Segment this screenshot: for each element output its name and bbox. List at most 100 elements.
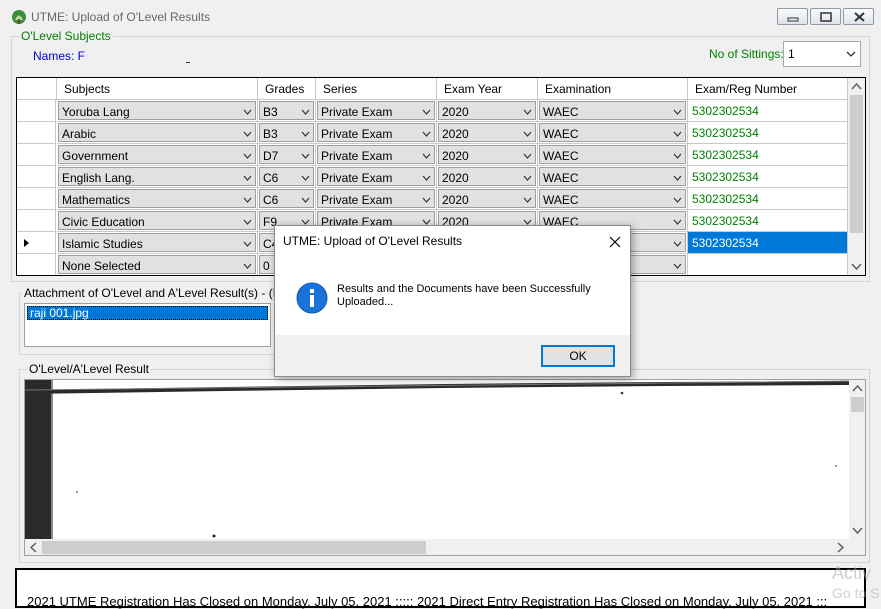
cell-subject[interactable]: None Selected: [57, 254, 258, 275]
cell-series[interactable]: Private Exam: [316, 122, 437, 144]
dropdown-button[interactable]: [297, 190, 313, 208]
row-header[interactable]: [17, 232, 56, 254]
cell-subject[interactable]: Mathematics: [57, 188, 258, 210]
series-dropdown[interactable]: Private Exam: [317, 167, 435, 186]
cell-reg-number[interactable]: [688, 254, 848, 275]
table-row[interactable]: Arabic B3 Private Exam 2020 WAEC 5302302534: [17, 122, 848, 144]
cell-grade[interactable]: D7: [258, 144, 316, 166]
subject-dropdown[interactable]: Arabic: [58, 123, 256, 142]
header-subjects[interactable]: Subjects: [57, 78, 258, 100]
dropdown-button[interactable]: [418, 102, 434, 120]
header-grades[interactable]: Grades: [258, 78, 316, 100]
maximize-button[interactable]: [810, 8, 841, 25]
subject-dropdown[interactable]: None Selected: [58, 255, 256, 274]
grade-dropdown[interactable]: C6: [259, 167, 314, 186]
attachment-file-list[interactable]: raji 001.jpg: [24, 303, 271, 347]
dropdown-button[interactable]: [297, 102, 313, 120]
cell-reg-number[interactable]: 5302302534: [688, 100, 848, 122]
result-image-viewer[interactable]: [24, 379, 866, 556]
exam-year-dropdown[interactable]: 2020: [438, 101, 536, 120]
dropdown-button[interactable]: [669, 168, 685, 186]
dropdown-button[interactable]: [519, 146, 535, 164]
dropdown-button[interactable]: [519, 190, 535, 208]
sittings-select[interactable]: 1: [783, 41, 861, 67]
exam-year-dropdown[interactable]: 2020: [438, 189, 536, 208]
examination-dropdown[interactable]: WAEC: [539, 167, 686, 186]
grade-dropdown[interactable]: B3: [259, 101, 314, 120]
examination-dropdown[interactable]: WAEC: [539, 123, 686, 142]
series-dropdown[interactable]: Private Exam: [317, 189, 435, 208]
dropdown-button[interactable]: [297, 124, 313, 142]
cell-series[interactable]: Private Exam: [316, 100, 437, 122]
close-button[interactable]: [843, 8, 874, 25]
series-dropdown[interactable]: Private Exam: [317, 145, 435, 164]
dropdown-button[interactable]: [669, 234, 685, 252]
dropdown-button[interactable]: [669, 190, 685, 208]
dropdown-button[interactable]: [519, 168, 535, 186]
dropdown-button[interactable]: [418, 168, 434, 186]
table-row[interactable]: English Lang. C6 Private Exam 2020 WAEC 53023…: [17, 166, 848, 188]
row-header[interactable]: [17, 166, 56, 188]
dropdown-button[interactable]: [669, 146, 685, 164]
dropdown-button[interactable]: [669, 102, 685, 120]
cell-examination[interactable]: WAEC: [538, 188, 688, 210]
attachment-file-item[interactable]: raji 001.jpg: [27, 306, 268, 320]
cell-series[interactable]: Private Exam: [316, 144, 437, 166]
dropdown-button[interactable]: [239, 146, 255, 164]
series-dropdown[interactable]: Private Exam: [317, 101, 435, 120]
cell-series[interactable]: Private Exam: [316, 188, 437, 210]
dropdown-button[interactable]: [669, 124, 685, 142]
header-exam-reg-number[interactable]: Exam/Reg Number: [688, 78, 848, 100]
cell-reg-number[interactable]: 5302302534: [688, 232, 848, 254]
examination-dropdown[interactable]: WAEC: [539, 101, 686, 120]
cell-subject[interactable]: Government: [57, 144, 258, 166]
row-header[interactable]: [17, 210, 56, 232]
dropdown-button[interactable]: [297, 168, 313, 186]
cell-subject[interactable]: Arabic: [57, 122, 258, 144]
header-series[interactable]: Series: [316, 78, 437, 100]
dropdown-button[interactable]: [519, 124, 535, 142]
table-row[interactable]: Mathematics C6 Private Exam 2020 WAEC 5302302…: [17, 188, 848, 210]
grade-dropdown[interactable]: B3: [259, 123, 314, 142]
row-header[interactable]: [17, 254, 56, 275]
cell-subject[interactable]: Islamic Studies: [57, 232, 258, 254]
cell-reg-number[interactable]: 5302302534: [688, 210, 848, 232]
cell-subject[interactable]: English Lang.: [57, 166, 258, 188]
examination-dropdown[interactable]: WAEC: [539, 145, 686, 164]
table-row[interactable]: Government D7 Private Exam 2020 WAEC 53023025…: [17, 144, 848, 166]
dropdown-button[interactable]: [239, 168, 255, 186]
dropdown-button[interactable]: [519, 102, 535, 120]
grade-dropdown[interactable]: D7: [259, 145, 314, 164]
dropdown-button[interactable]: [239, 234, 255, 252]
dropdown-button[interactable]: [418, 190, 434, 208]
subject-dropdown[interactable]: Yoruba Lang: [58, 101, 256, 120]
cell-exam-year[interactable]: 2020: [437, 122, 538, 144]
cell-examination[interactable]: WAEC: [538, 100, 688, 122]
cell-grade[interactable]: B3: [258, 100, 316, 122]
dropdown-button[interactable]: [239, 124, 255, 142]
cell-reg-number[interactable]: 5302302534: [688, 188, 848, 210]
cell-examination[interactable]: WAEC: [538, 122, 688, 144]
header-examination[interactable]: Examination: [538, 78, 688, 100]
subject-dropdown[interactable]: Government: [58, 145, 256, 164]
viewer-vertical-scrollbar[interactable]: [849, 380, 865, 539]
dropdown-button[interactable]: [297, 146, 313, 164]
cell-grade[interactable]: B3: [258, 122, 316, 144]
dropdown-button[interactable]: [669, 212, 685, 230]
ok-button[interactable]: OK: [541, 345, 615, 367]
dropdown-button[interactable]: [239, 212, 255, 230]
row-header[interactable]: [17, 122, 56, 144]
viewer-vscroll-thumb[interactable]: [851, 397, 864, 412]
dropdown-button[interactable]: [418, 124, 434, 142]
cell-subject[interactable]: Civic Education: [57, 210, 258, 232]
row-header[interactable]: [17, 144, 56, 166]
row-header[interactable]: [17, 188, 56, 210]
header-exam-year[interactable]: Exam Year: [437, 78, 538, 100]
examination-dropdown[interactable]: WAEC: [539, 189, 686, 208]
cell-series[interactable]: Private Exam: [316, 166, 437, 188]
cell-grade[interactable]: C6: [258, 188, 316, 210]
cell-exam-year[interactable]: 2020: [437, 188, 538, 210]
cell-reg-number[interactable]: 5302302534: [688, 144, 848, 166]
dropdown-button[interactable]: [239, 102, 255, 120]
row-header[interactable]: [17, 100, 56, 122]
